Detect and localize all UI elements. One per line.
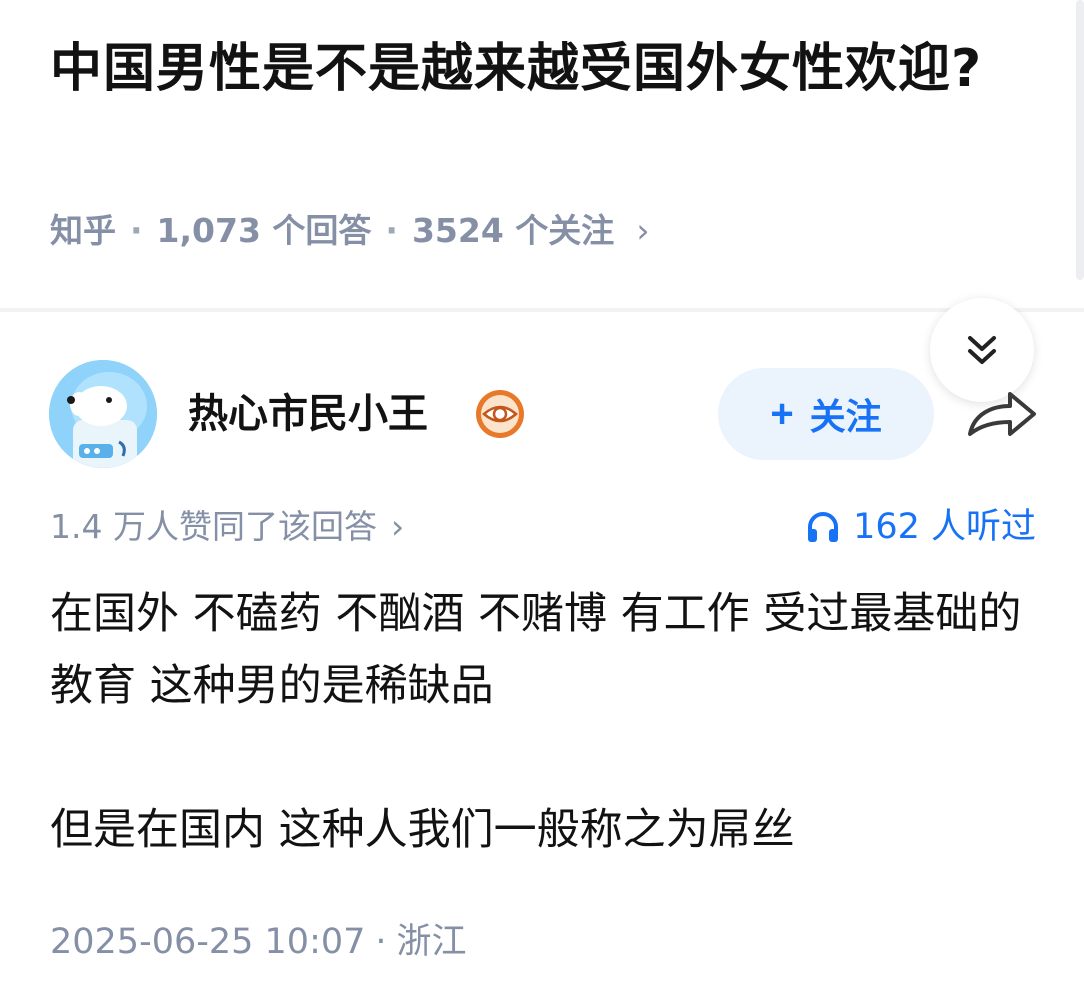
answer-paragraph: 但是在国内 这种人我们一般称之为屌丝 xyxy=(50,805,795,855)
question-meta[interactable]: 知乎 · 1,073 个回答 · 3524 个关注 › xyxy=(50,206,650,256)
answer-date: 2025-06-25 10:07 xyxy=(50,922,366,962)
share-button[interactable] xyxy=(964,388,1040,444)
follow-button[interactable]: + 关注 xyxy=(718,368,934,460)
follower-count: 3524 个关注 xyxy=(411,211,615,250)
answer-meta: 2025-06-25 10:07 · 浙江 xyxy=(50,916,467,968)
upvote-count: 1.4 万人赞同了该回答 xyxy=(50,507,377,546)
plus-icon: + xyxy=(770,391,794,436)
follow-label: 关注 xyxy=(809,396,882,437)
question-title[interactable]: 中国男性是不是越来越受国外女性欢迎? xyxy=(50,34,990,104)
eye-badge-icon[interactable] xyxy=(474,388,526,440)
listen-count-label: 162 人听过 xyxy=(853,507,1036,547)
answer-paragraph: 在国外 不磕药 不酗酒 不赌博 有工作 受过最基础的教育 这种男的是稀缺品 xyxy=(50,589,1022,711)
meta-separator: · xyxy=(385,211,398,250)
answer-location: 浙江 xyxy=(396,922,467,962)
upvote-summary[interactable]: 1.4 万人赞同了该回答 › xyxy=(50,502,404,552)
listen-count[interactable]: 162 人听过 xyxy=(805,502,1036,552)
share-arrow-icon xyxy=(968,392,1036,436)
author-name[interactable]: 热心市民小王 xyxy=(188,386,428,442)
chevron-right-icon: › xyxy=(390,507,405,546)
author-row: 热心市民小王 + 关注 xyxy=(0,360,1084,470)
astronaut-dog-avatar-icon xyxy=(49,360,157,468)
source-label: 知乎 xyxy=(50,211,116,250)
headphones-icon xyxy=(808,512,839,542)
divider xyxy=(0,308,1084,312)
meta-separator: · xyxy=(375,922,387,962)
meta-separator: · xyxy=(130,211,143,250)
chevron-right-icon: › xyxy=(636,211,650,250)
scrollbar[interactable] xyxy=(1076,0,1084,280)
stats-row: 1.4 万人赞同了该回答 › 162 人听过 xyxy=(50,502,1036,552)
answer-body[interactable]: 在国外 不磕药 不酗酒 不赌博 有工作 受过最基础的教育 这种男的是稀缺品 但是… xyxy=(50,578,1030,866)
avatar[interactable] xyxy=(49,360,157,468)
answer-count: 1,073 个回答 xyxy=(156,211,372,250)
question-header: 中国男性是不是越来越受国外女性欢迎? 知乎 · 1,073 个回答 · 3524… xyxy=(0,0,1084,308)
